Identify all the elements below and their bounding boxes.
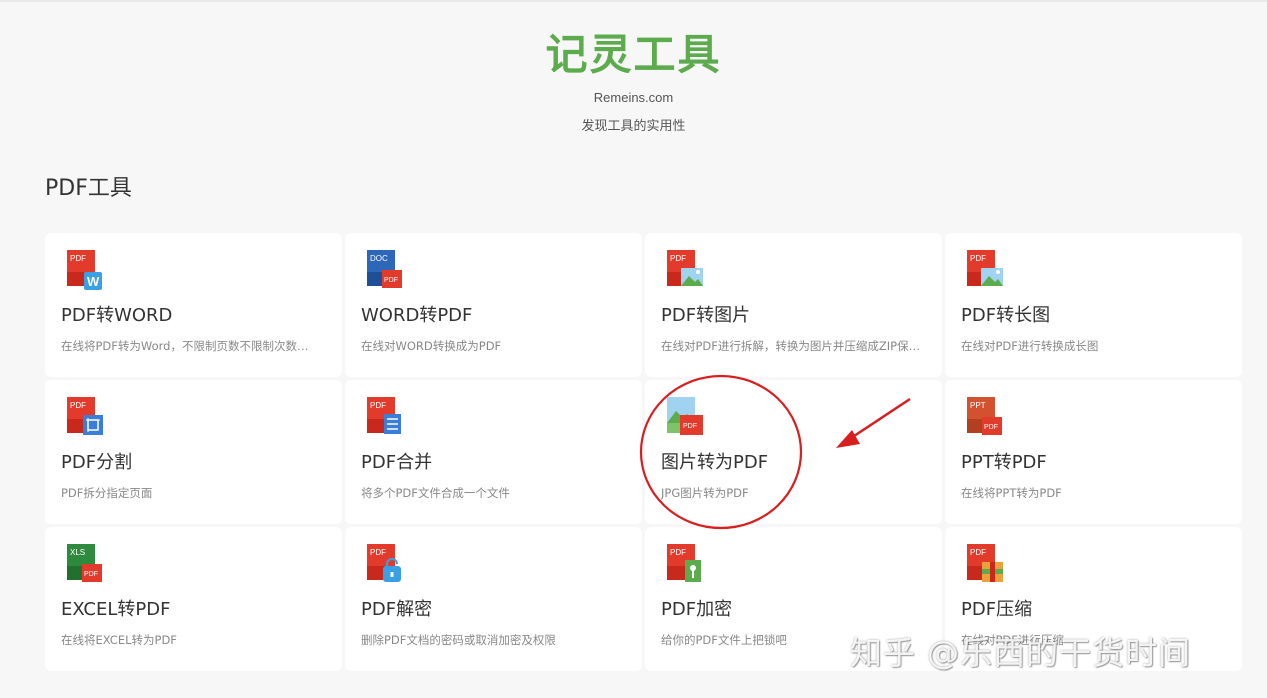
tool-desc: 在线对PDF进行转换成长图	[961, 339, 1099, 353]
tool-name: PDF转WORD	[61, 305, 173, 326]
tool-desc: 在线将PPT转为PDF	[961, 486, 1062, 500]
svg-text:XLS: XLS	[70, 548, 85, 557]
section-title: PDF工具	[45, 176, 132, 201]
pdf-compress-icon: PDF	[967, 544, 1003, 582]
tool-desc: 在线对PDF进行拆解，转换为图片并压缩成ZIP保…	[661, 339, 921, 353]
svg-text:PDF: PDF	[970, 548, 986, 557]
top-border	[0, 0, 1267, 2]
tool-card-pdf-to-word[interactable]: PDF W PDF转WORD 在线将PDF转为Word，不限制页数不限制次数…	[45, 233, 342, 377]
tool-name: PDF转图片	[661, 305, 751, 326]
tool-name: EXCEL转PDF	[61, 599, 171, 620]
tool-card-pdf-merge[interactable]: PDF PDF合并 将多个PDF文件合成一个文件	[345, 380, 642, 524]
svg-text:PDF: PDF	[370, 548, 386, 557]
pdf-to-long-image-icon: PDF	[967, 250, 1003, 286]
ppt-to-pdf-icon: PPT PDF	[967, 397, 1002, 435]
tool-desc: 在线将EXCEL转为PDF	[61, 633, 177, 647]
tool-card-excel-to-pdf[interactable]: XLS PDF EXCEL转PDF 在线将EXCEL转为PDF	[45, 527, 342, 671]
tool-card-pdf-decrypt[interactable]: PDF PDF解密 删除PDF文档的密码或取消加密及权限	[345, 527, 642, 671]
image-to-pdf-icon: PDF	[667, 397, 703, 435]
tool-name: PDF加密	[661, 599, 733, 620]
pdf-to-word-icon: PDF W	[67, 250, 102, 290]
tool-desc: 在线将PDF转为Word，不限制页数不限制次数…	[61, 339, 309, 353]
site-title[interactable]: 记灵工具	[0, 28, 1267, 82]
tool-name: PDF解密	[361, 599, 433, 620]
word-to-pdf-icon: DOC PDF	[367, 250, 402, 288]
tool-name: PDF转长图	[961, 305, 1051, 326]
tool-card-pdf-to-long-image[interactable]: PDF PDF转长图 在线对PDF进行转换成长图	[945, 233, 1242, 377]
site-slogan: 发现工具的实用性	[581, 119, 686, 134]
tool-desc: PDF拆分指定页面	[61, 486, 153, 500]
pdf-encrypt-icon: PDF	[667, 544, 701, 582]
svg-text:PDF: PDF	[670, 548, 686, 557]
tool-desc: 删除PDF文档的密码或取消加密及权限	[361, 633, 556, 647]
tool-name: PDF合并	[361, 452, 433, 473]
pdf-split-icon: PDF	[67, 397, 103, 435]
tool-grid: PDF W PDF转WORD 在线将PDF转为Word，不限制页数不限制次数… …	[45, 233, 1242, 671]
excel-to-pdf-icon: XLS PDF	[67, 544, 102, 582]
tool-name: PDF压缩	[961, 599, 1033, 620]
pdf-to-image-icon: PDF	[667, 250, 703, 286]
tool-card-image-to-pdf[interactable]: PDF 图片转为PDF JPG图片转为PDF	[645, 380, 942, 524]
tool-card-pdf-split[interactable]: PDF PDF分割 PDF拆分指定页面	[45, 380, 342, 524]
tool-name: PPT转PDF	[961, 452, 1047, 473]
tool-card-pdf-to-image[interactable]: PDF PDF转图片 在线对PDF进行拆解，转换为图片并压缩成ZIP保…	[645, 233, 942, 377]
svg-text:PDF: PDF	[683, 423, 697, 430]
svg-text:PDF: PDF	[84, 571, 98, 578]
svg-text:PPT: PPT	[970, 401, 986, 410]
site-domain: Remeins.com	[593, 90, 674, 105]
svg-text:PDF: PDF	[984, 424, 998, 431]
tool-name: 图片转为PDF	[661, 452, 769, 473]
svg-text:PDF: PDF	[384, 277, 398, 284]
svg-text:PDF: PDF	[370, 401, 386, 410]
tool-card-word-to-pdf[interactable]: DOC PDF WORD转PDF 在线对WORD转换成为PDF	[345, 233, 642, 377]
tool-name: WORD转PDF	[361, 305, 473, 326]
site-header: 记灵工具 Remeins.com 发现工具的实用性	[0, 28, 1267, 134]
tool-desc: JPG图片转为PDF	[661, 486, 749, 500]
watermark: 知乎 @乐西的干货时间	[850, 634, 1192, 672]
svg-text:W: W	[87, 274, 100, 289]
tool-card-ppt-to-pdf[interactable]: PPT PDF PPT转PDF 在线将PPT转为PDF	[945, 380, 1242, 524]
tool-name: PDF分割	[61, 452, 133, 473]
svg-text:PDF: PDF	[970, 254, 986, 263]
pdf-decrypt-icon: PDF	[367, 544, 401, 582]
tool-desc: 将多个PDF文件合成一个文件	[361, 486, 510, 500]
svg-text:PDF: PDF	[70, 401, 86, 410]
pdf-merge-icon: PDF	[367, 397, 401, 434]
svg-text:DOC: DOC	[370, 254, 388, 263]
svg-text:PDF: PDF	[70, 254, 86, 263]
tool-desc: 在线对WORD转换成为PDF	[361, 339, 502, 353]
svg-text:PDF: PDF	[670, 254, 686, 263]
